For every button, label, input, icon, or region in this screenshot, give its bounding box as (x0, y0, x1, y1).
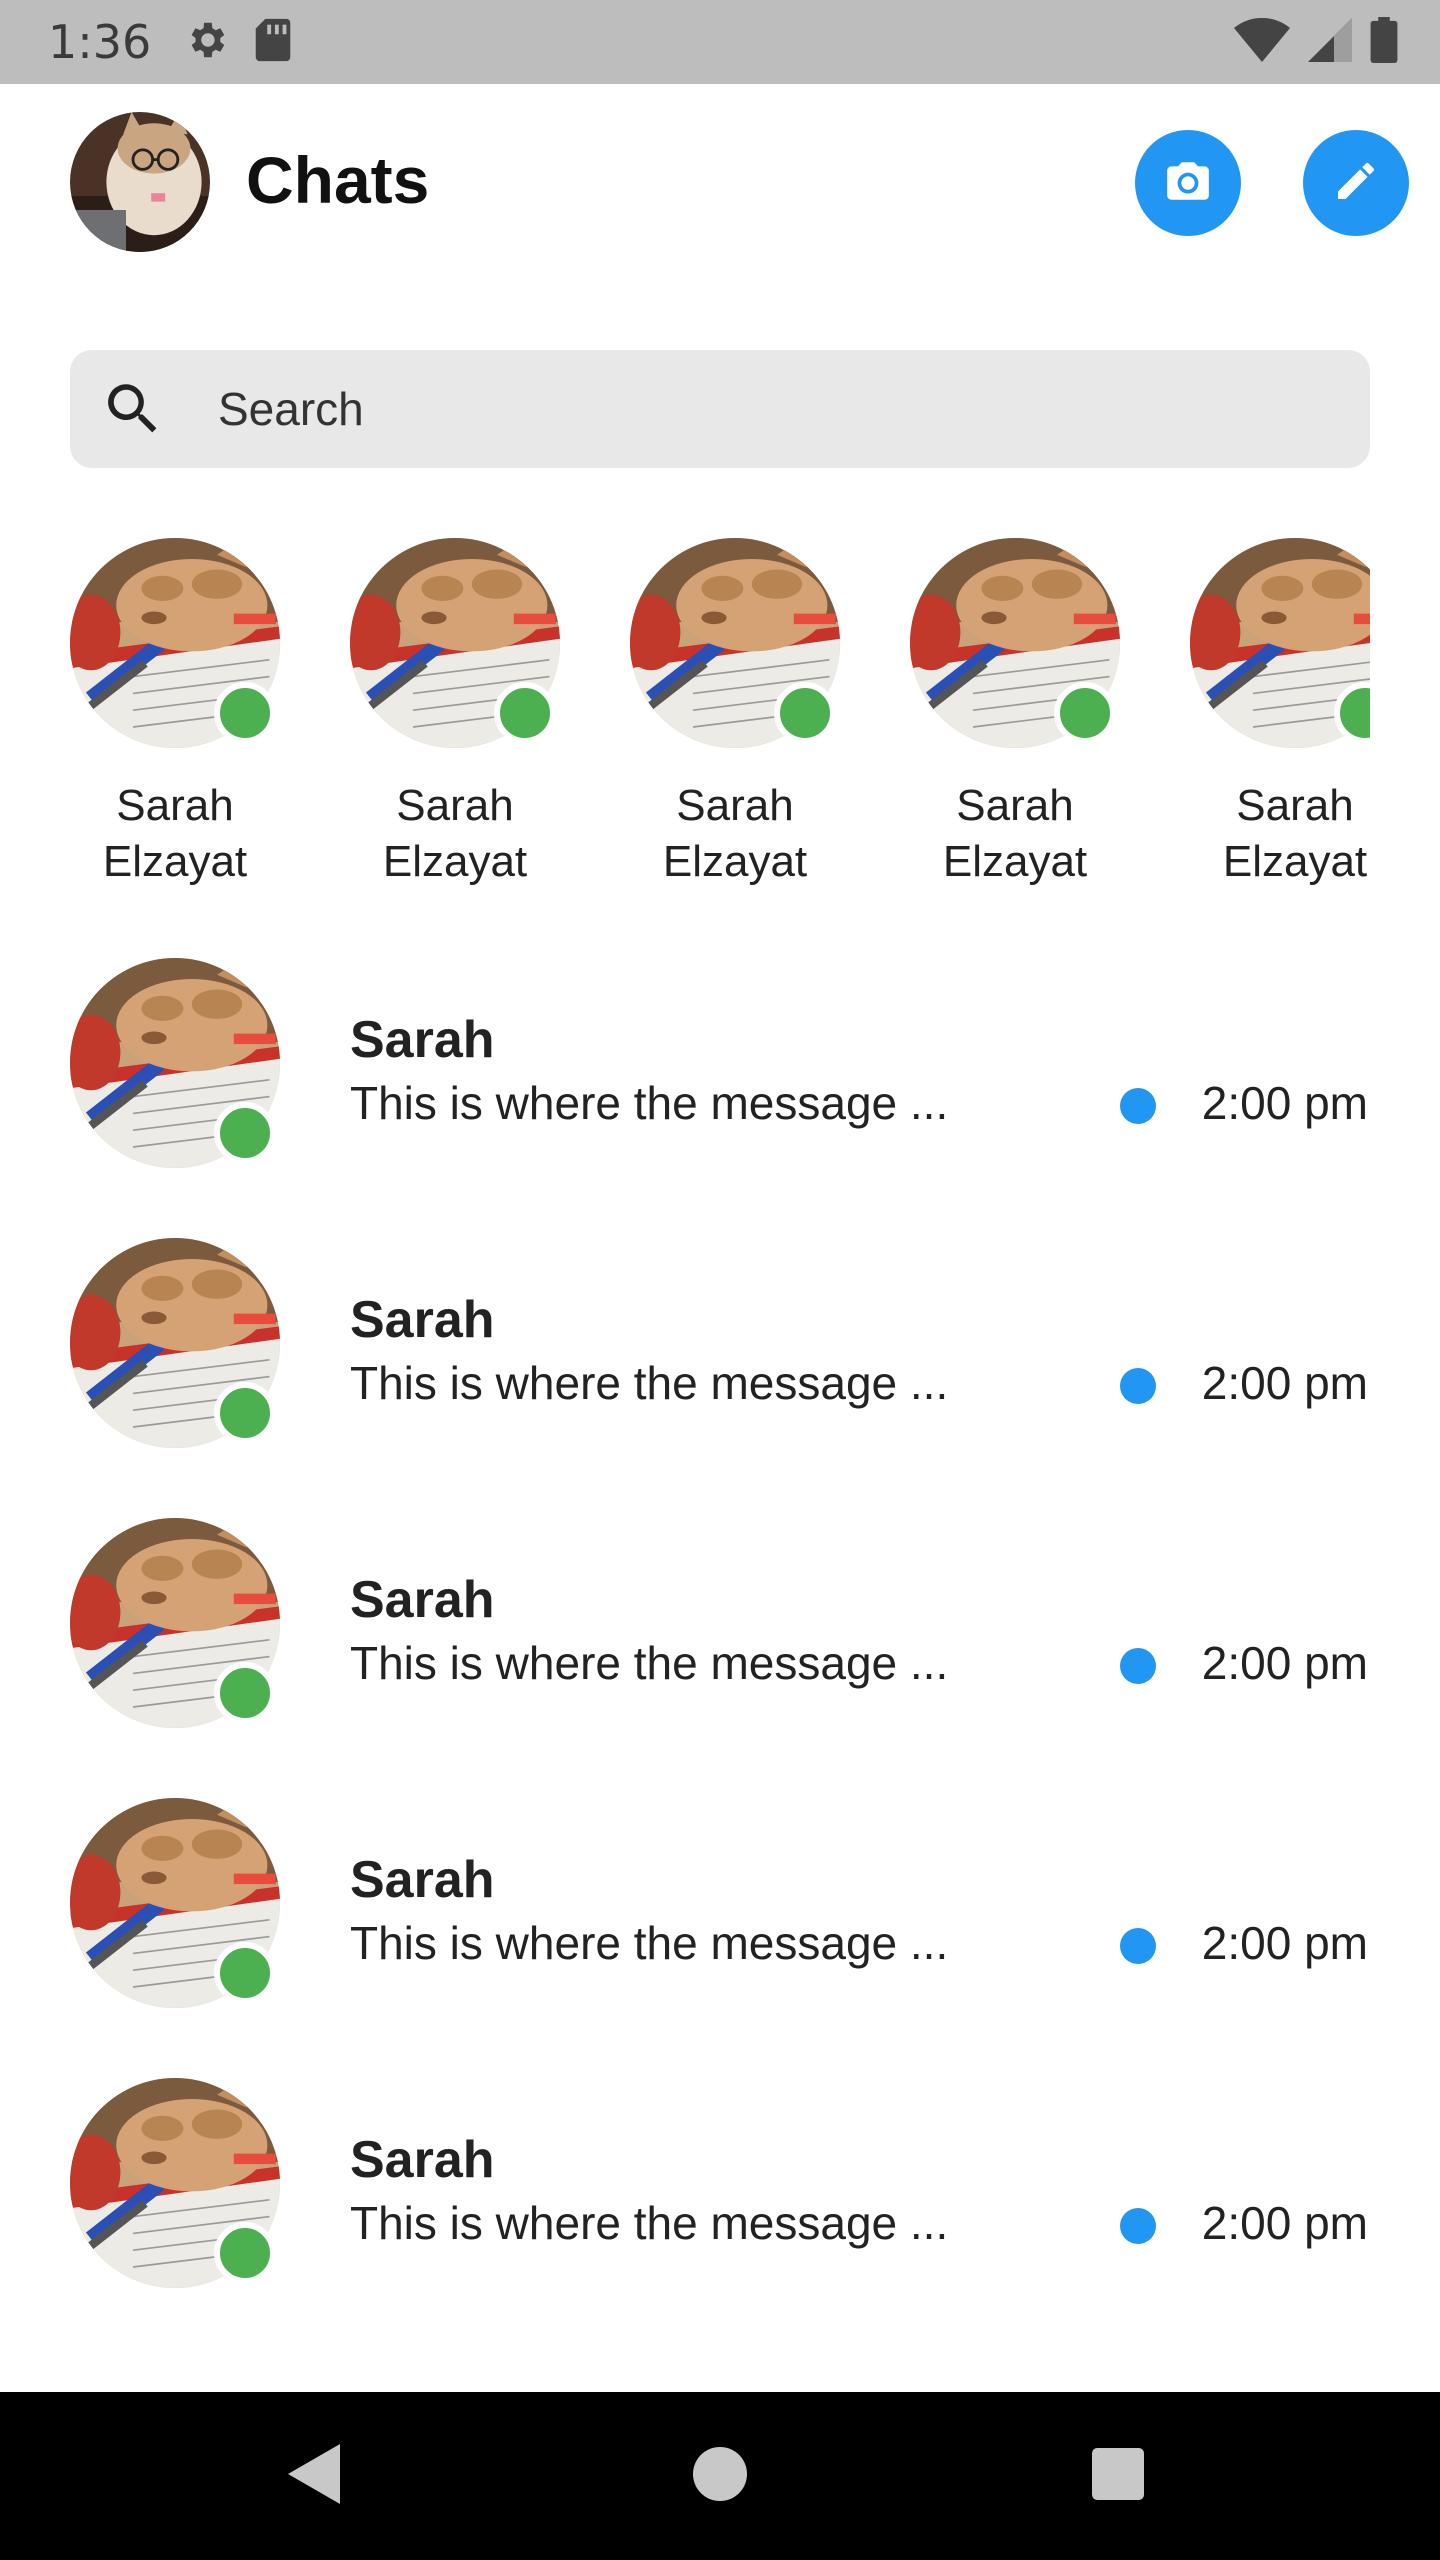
story-name: Sarah Elzayat (942, 781, 1088, 886)
avatar (350, 538, 560, 748)
home-icon (693, 2446, 747, 2506)
system-nav-bar (0, 2392, 1440, 2560)
unread-indicator (1120, 1088, 1156, 1124)
compose-button[interactable] (1303, 130, 1409, 236)
pencil-icon (1332, 157, 1380, 210)
story-item[interactable]: Sarah Elzayat (630, 538, 840, 890)
chat-preview: This is where the message ... (350, 2197, 949, 2249)
chat-time: 2:00 pm (1201, 1077, 1368, 1129)
avatar (70, 1798, 280, 2008)
chat-name: Sarah (350, 1011, 495, 1069)
online-indicator (214, 1382, 276, 1444)
chat-preview: This is where the message ... (350, 1077, 949, 1129)
avatar (1190, 538, 1370, 748)
chat-time: 2:00 pm (1201, 1357, 1368, 1409)
chat-list-item[interactable]: Sarah This is where the message ... 2:00… (0, 958, 1440, 1218)
settings-icon (183, 17, 229, 68)
story-name: Sarah Elzayat (382, 781, 528, 886)
chat-time: 2:00 pm (1201, 1917, 1368, 1969)
chat-name: Sarah (350, 1571, 495, 1629)
online-indicator (214, 1942, 276, 2004)
chat-name: Sarah (350, 2131, 495, 2189)
unread-indicator (1120, 1928, 1156, 1964)
avatar (70, 1238, 280, 1448)
online-indicator (214, 1662, 276, 1724)
wifi-icon (1234, 17, 1290, 67)
online-indicator (1054, 682, 1116, 744)
recents-button[interactable] (1038, 2392, 1198, 2560)
chat-preview: This is where the message ... (350, 1917, 949, 1969)
online-indicator (214, 682, 276, 744)
unread-indicator (1120, 1368, 1156, 1404)
story-item[interactable]: Sarah Elzayat (910, 538, 1120, 890)
search-input[interactable] (218, 382, 1118, 436)
unread-indicator (1120, 2208, 1156, 2244)
chat-list-item[interactable]: Sarah This is where the message ... 2:00… (0, 2078, 1440, 2338)
chat-preview: This is where the message ... (350, 1357, 949, 1409)
chat-name: Sarah (350, 1851, 495, 1909)
avatar (910, 538, 1120, 748)
chat-list-item[interactable]: Sarah This is where the message ... 2:00… (0, 1238, 1440, 1498)
chat-list-item[interactable]: Sarah This is where the message ... 2:00… (0, 1518, 1440, 1778)
avatar (70, 1518, 280, 1728)
online-indicator (214, 1102, 276, 1164)
avatar (70, 2078, 280, 2288)
avatar (70, 538, 280, 748)
chat-preview: This is where the message ... (350, 1637, 949, 1689)
search-icon (98, 374, 168, 444)
online-indicator (214, 2222, 276, 2284)
back-icon (288, 2443, 344, 2509)
sd-card-icon (253, 17, 293, 68)
chat-time: 2:00 pm (1201, 1637, 1368, 1689)
camera-button[interactable] (1135, 130, 1241, 236)
online-indicator (494, 682, 556, 744)
story-item[interactable]: Sarah Elzayat (350, 538, 560, 890)
story-item[interactable]: Sarah Elzayat (1190, 538, 1370, 890)
status-bar: 1:36 (0, 0, 1440, 84)
chat-list-item[interactable]: Sarah This is where the message ... 2:00… (0, 1798, 1440, 2058)
profile-avatar[interactable] (70, 112, 210, 252)
active-friends-row: Sarah Elzayat Sarah Elzayat Sarah Elzaya… (70, 538, 1370, 898)
story-name: Sarah Elzayat (1222, 781, 1368, 886)
signal-icon (1308, 17, 1352, 67)
status-time: 1:36 (48, 15, 152, 69)
avatar (630, 538, 840, 748)
header: Chats (0, 84, 1440, 284)
online-indicator (774, 682, 836, 744)
story-item[interactable]: Sarah Elzayat (70, 538, 280, 890)
story-name: Sarah Elzayat (662, 781, 808, 886)
chat-time: 2:00 pm (1201, 2197, 1368, 2249)
search-bar[interactable] (70, 350, 1370, 468)
battery-icon (1370, 16, 1398, 68)
home-button[interactable] (640, 2392, 800, 2560)
avatar (70, 958, 280, 1168)
back-button[interactable] (236, 2392, 396, 2560)
page-title: Chats (246, 143, 430, 217)
camera-icon (1163, 156, 1213, 211)
recents-icon (1092, 2447, 1144, 2505)
story-name: Sarah Elzayat (102, 781, 248, 886)
chat-name: Sarah (350, 1291, 495, 1349)
unread-indicator (1120, 1648, 1156, 1684)
